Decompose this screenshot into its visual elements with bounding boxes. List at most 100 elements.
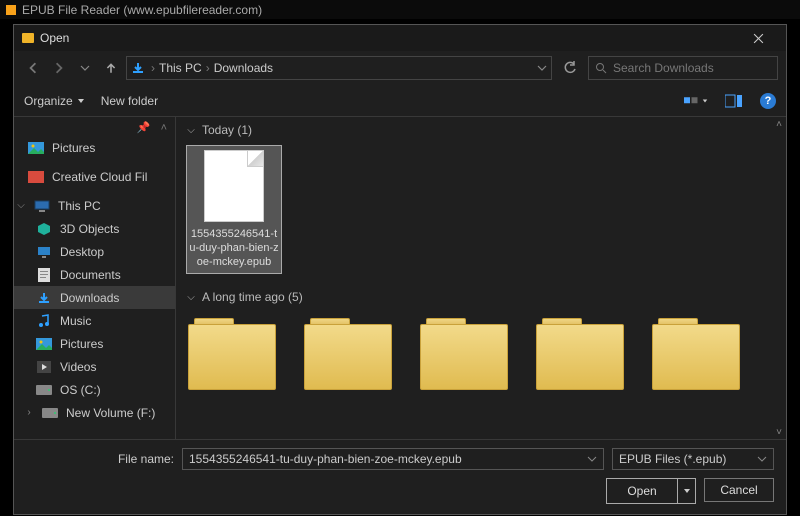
documents-icon	[36, 268, 52, 282]
group-long-ago[interactable]: ⌵ A long time ago (5)	[176, 284, 786, 308]
file-thumb	[204, 150, 264, 222]
file-name: 1554355246541-tu-duy-phan-bien-zoe-mckey…	[189, 228, 279, 269]
refresh-button[interactable]	[556, 56, 584, 80]
search-input[interactable]: Search Downloads	[588, 56, 778, 80]
close-button[interactable]	[738, 25, 778, 51]
scroll-down-icon[interactable]: ˅	[772, 425, 786, 439]
preview-pane-button[interactable]	[722, 93, 746, 109]
help-button[interactable]: ?	[760, 93, 776, 109]
folder-item[interactable]	[186, 314, 278, 392]
breadcrumb-root[interactable]: This PC	[159, 61, 202, 75]
dialog-footer: File name: 1554355246541-tu-duy-phan-bie…	[14, 440, 786, 514]
cancel-label: Cancel	[720, 483, 757, 497]
sidebar-item-os-c[interactable]: OS (C:)	[14, 378, 175, 401]
app-title: EPUB File Reader (www.epubfilereader.com…	[22, 3, 262, 17]
nav-row: › This PC › Downloads Search Downloads	[14, 51, 786, 85]
folder-item[interactable]	[650, 314, 742, 392]
filename-input[interactable]: 1554355246541-tu-duy-phan-bien-zoe-mckey…	[182, 448, 604, 470]
open-dialog: Open › This PC › Downloads	[13, 24, 787, 515]
forward-icon	[53, 62, 65, 74]
sidebar-item-new-volume[interactable]: › New Volume (F:)	[14, 401, 175, 424]
cancel-button[interactable]: Cancel	[704, 478, 774, 502]
scroll-up-icon[interactable]: ˄	[161, 122, 167, 134]
pin-icon: 📌	[137, 121, 151, 134]
chevron-down-icon[interactable]	[537, 63, 547, 73]
app-icon	[6, 5, 16, 15]
organize-label: Organize	[24, 94, 73, 108]
sidebar-item-label: Pictures	[52, 141, 95, 155]
sidebar-item-label: 3D Objects	[60, 222, 119, 236]
expand-icon[interactable]: ›	[24, 407, 34, 418]
videos-icon	[36, 360, 52, 374]
chevron-down-icon	[683, 487, 691, 495]
breadcrumb-folder[interactable]: Downloads	[214, 61, 273, 75]
file-item[interactable]: 1554355246541-tu-duy-phan-bien-zoe-mckey…	[186, 145, 282, 274]
chevron-down-icon	[702, 97, 708, 105]
sidebar-header: 📌 ˄	[14, 121, 175, 136]
sidebar-item-label: OS (C:)	[60, 383, 101, 397]
tiles-icon	[684, 94, 702, 108]
sidebar-item-creative-cloud[interactable]: Creative Cloud Fil	[14, 165, 175, 188]
dialog-title: Open	[40, 31, 69, 45]
organize-button[interactable]: Organize	[24, 94, 85, 108]
folder-item[interactable]	[418, 314, 510, 392]
open-label: Open	[627, 484, 656, 498]
sidebar-item-this-pc[interactable]: ⌵ This PC	[14, 194, 175, 217]
sidebar-item-music[interactable]: Music	[14, 309, 175, 332]
toolbar: Organize New folder ?	[14, 85, 786, 117]
sidebar-item-label: Downloads	[60, 291, 119, 305]
breadcrumb: › This PC › Downloads	[151, 61, 273, 75]
sidebar-item-documents[interactable]: Documents	[14, 263, 175, 286]
pc-icon	[34, 199, 50, 213]
dialog-titlebar: Open	[14, 25, 786, 51]
nav-back-button[interactable]	[22, 57, 44, 79]
downloads-icon	[36, 291, 52, 305]
sidebar-item-label: Videos	[60, 360, 96, 374]
nav-recent-button[interactable]	[74, 57, 96, 79]
chevron-down-icon: ⌵	[186, 292, 196, 303]
nav-forward-button[interactable]	[48, 57, 70, 79]
address-bar[interactable]: › This PC › Downloads	[126, 56, 552, 80]
chevron-down-icon	[757, 454, 767, 464]
expand-icon[interactable]: ⌵	[16, 200, 26, 211]
sidebar-item-videos[interactable]: Videos	[14, 355, 175, 378]
filename-value: 1554355246541-tu-duy-phan-bien-zoe-mckey…	[189, 452, 462, 466]
sidebar-item-label: Documents	[60, 268, 121, 282]
sidebar-item-pictures[interactable]: Pictures	[14, 136, 175, 159]
scroll-up-icon[interactable]: ˄	[772, 117, 786, 131]
downloads-icon	[131, 61, 145, 75]
drive-icon	[42, 406, 58, 420]
nav-up-button[interactable]	[100, 57, 122, 79]
search-placeholder: Search Downloads	[613, 61, 714, 75]
open-button[interactable]: Open	[607, 479, 677, 503]
close-icon	[753, 33, 764, 44]
drive-icon	[36, 383, 52, 397]
sidebar-item-label: Pictures	[60, 337, 103, 351]
new-folder-button[interactable]: New folder	[101, 94, 158, 108]
group-today[interactable]: ⌵ Today (1)	[176, 117, 786, 141]
folder-item[interactable]	[302, 314, 394, 392]
sidebar-item-label: Music	[60, 314, 91, 328]
view-mode-button[interactable]	[684, 93, 708, 109]
sidebar-item-pictures-2[interactable]: Pictures	[14, 332, 175, 355]
scrollbar[interactable]: ˄ ˅	[772, 117, 786, 439]
up-icon	[105, 62, 117, 74]
sidebar-item-label: This PC	[58, 199, 101, 213]
sidebar-item-3d-objects[interactable]: 3D Objects	[14, 217, 175, 240]
pictures-icon	[28, 141, 44, 155]
open-dropdown-button[interactable]	[677, 479, 695, 503]
sidebar-item-desktop[interactable]: Desktop	[14, 240, 175, 263]
file-type-select[interactable]: EPUB Files (*.epub)	[612, 448, 774, 470]
chevron-down-icon: ⌵	[186, 125, 196, 136]
chevron-down-icon[interactable]	[587, 454, 597, 464]
preview-icon	[725, 94, 743, 108]
folder-item[interactable]	[534, 314, 626, 392]
cc-icon	[28, 170, 44, 184]
sidebar-item-downloads[interactable]: Downloads	[14, 286, 175, 309]
sidebar-item-label: Creative Cloud Fil	[52, 170, 147, 184]
file-type-label: EPUB Files (*.epub)	[619, 452, 726, 466]
new-folder-label: New folder	[101, 94, 158, 108]
chevron-down-icon	[77, 97, 85, 105]
desktop-icon	[36, 245, 52, 259]
refresh-icon	[563, 61, 577, 75]
